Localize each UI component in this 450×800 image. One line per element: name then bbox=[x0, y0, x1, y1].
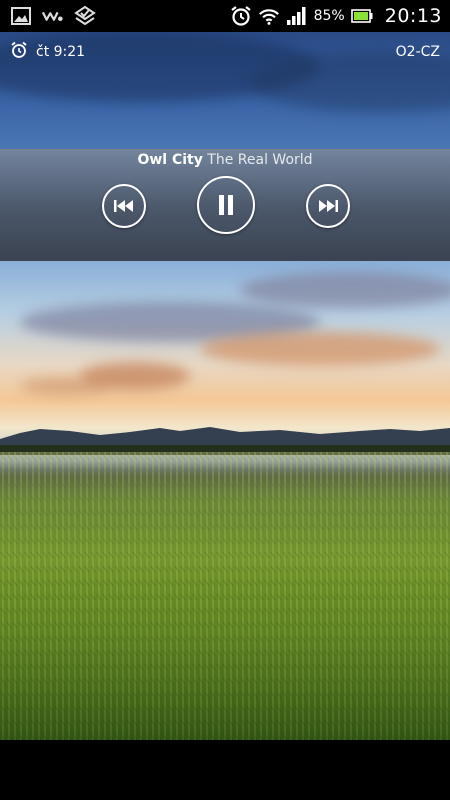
battery-icon bbox=[350, 5, 373, 27]
next-icon bbox=[319, 200, 338, 212]
navigation-area bbox=[0, 740, 450, 800]
next-alarm: čt 9:21 bbox=[10, 41, 85, 63]
status-clock: 20:13 bbox=[384, 5, 442, 27]
alarm-icon bbox=[230, 5, 252, 27]
pause-button[interactable] bbox=[197, 176, 255, 234]
gallery-icon bbox=[10, 5, 32, 27]
status-bar: 85% 20:13 bbox=[0, 0, 450, 32]
track-info: Owl City The Real World bbox=[0, 152, 450, 168]
wifi-icon bbox=[258, 5, 280, 27]
previous-track-button[interactable] bbox=[102, 184, 146, 228]
pause-icon bbox=[219, 195, 233, 215]
wheat-field bbox=[0, 452, 450, 740]
battery-percent: 85% bbox=[313, 8, 345, 24]
track-title: The Real World bbox=[207, 152, 313, 168]
previous-icon bbox=[114, 200, 133, 212]
walkman-icon bbox=[42, 5, 64, 27]
operator-name: O2-CZ bbox=[395, 44, 440, 60]
track-artist: Owl City bbox=[137, 152, 203, 168]
lockscreen-wallpaper bbox=[0, 32, 450, 740]
mountains bbox=[0, 427, 450, 455]
music-player-panel: Owl City The Real World bbox=[0, 149, 450, 261]
checklist-icon bbox=[74, 5, 96, 27]
signal-icon bbox=[286, 5, 308, 27]
alarm-clock-icon bbox=[10, 41, 28, 63]
next-track-button[interactable] bbox=[306, 184, 350, 228]
alarm-time: čt 9:21 bbox=[36, 44, 86, 60]
lockscreen-header: čt 9:21 O2-CZ bbox=[0, 32, 450, 72]
